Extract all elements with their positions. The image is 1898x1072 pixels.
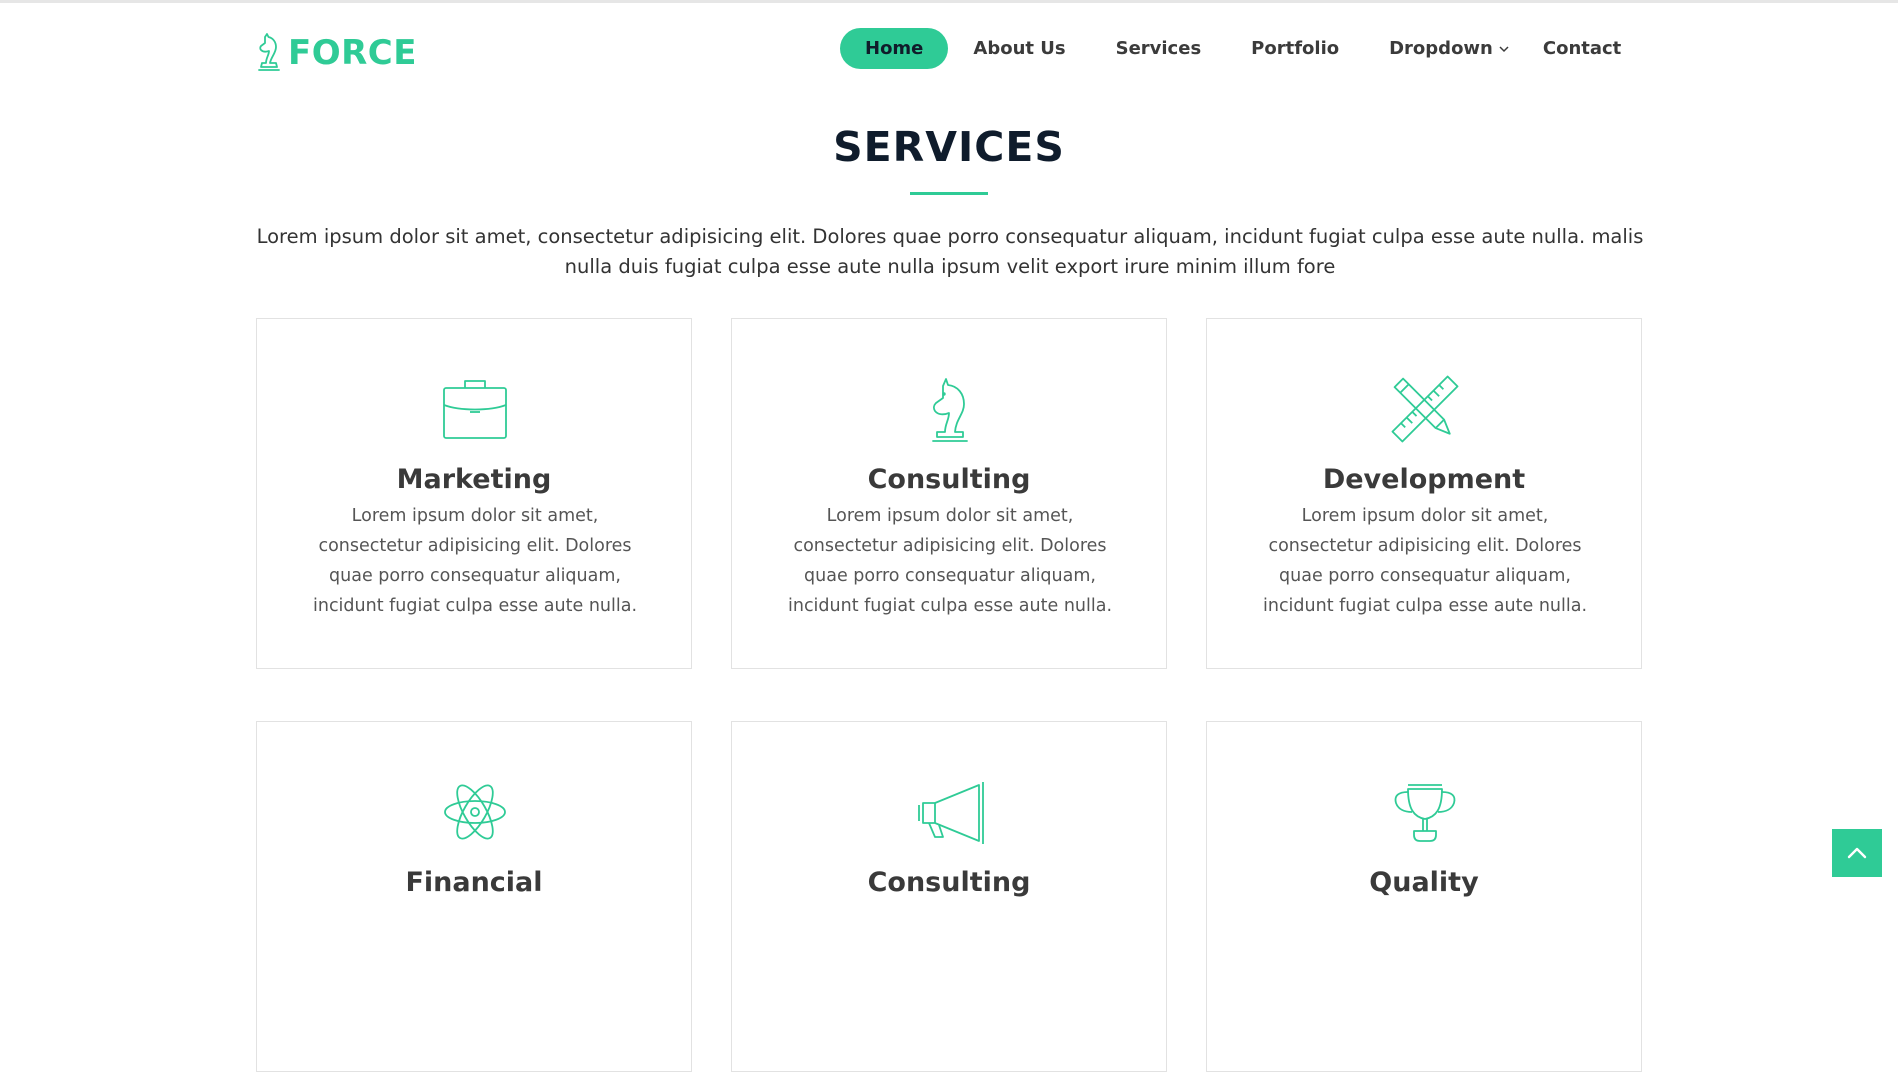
service-card-marketing: Marketing Lorem ipsum dolor sit amet, co…: [256, 318, 692, 669]
nav-dropdown-label: Dropdown: [1389, 38, 1493, 59]
chevron-down-icon: [1499, 45, 1509, 52]
service-title: Consulting: [867, 464, 1031, 495]
section-title: SERVICES: [833, 123, 1065, 171]
nav-home[interactable]: Home: [840, 28, 949, 69]
service-description: Lorem ipsum dolor sit amet, consectetur …: [312, 506, 638, 616]
brand-logo[interactable]: FORCE: [256, 33, 417, 73]
nav-services[interactable]: Services: [1091, 28, 1227, 69]
service-title: Marketing: [396, 464, 552, 495]
brand-name: FORCE: [288, 33, 417, 73]
service-description: Lorem ipsum dolor sit amet, consectetur …: [787, 506, 1113, 616]
scroll-to-top-button[interactable]: [1832, 829, 1882, 877]
knight-chess-icon: [932, 378, 968, 442]
megaphone-icon: [918, 782, 984, 844]
service-card-quality: Quality: [1206, 721, 1642, 1072]
pencil-ruler-icon: [1391, 375, 1459, 443]
service-title: Quality: [1369, 867, 1479, 898]
section-description: Lorem ipsum dolor sit amet, consectetur …: [256, 225, 1644, 278]
nav-contact[interactable]: Contact: [1518, 28, 1646, 69]
atom-icon: [444, 784, 506, 840]
title-underline: [910, 192, 988, 195]
service-card-consulting-2: Consulting: [731, 721, 1167, 1072]
briefcase-icon: [443, 380, 507, 439]
site-header: FORCE Home About Us Services Portfolio D…: [0, 3, 1898, 93]
service-card-consulting: Consulting Lorem ipsum dolor sit amet, c…: [731, 318, 1167, 669]
service-card-development: Development Lorem ipsum dolor sit amet, …: [1206, 318, 1642, 669]
chevron-up-icon: [1847, 847, 1867, 859]
knight-chess-icon: [258, 33, 280, 71]
service-title: Financial: [405, 867, 543, 898]
service-title: Consulting: [867, 867, 1031, 898]
main-nav: Home About Us Services Portfolio Dropdow…: [840, 28, 1646, 69]
trophy-icon: [1394, 784, 1456, 842]
nav-about-us[interactable]: About Us: [948, 28, 1090, 69]
nav-portfolio[interactable]: Portfolio: [1226, 28, 1364, 69]
service-description: Lorem ipsum dolor sit amet, consectetur …: [1262, 506, 1588, 616]
service-card-financial: Financial: [256, 721, 692, 1072]
nav-dropdown[interactable]: Dropdown: [1364, 28, 1518, 69]
service-title: Development: [1322, 464, 1526, 495]
